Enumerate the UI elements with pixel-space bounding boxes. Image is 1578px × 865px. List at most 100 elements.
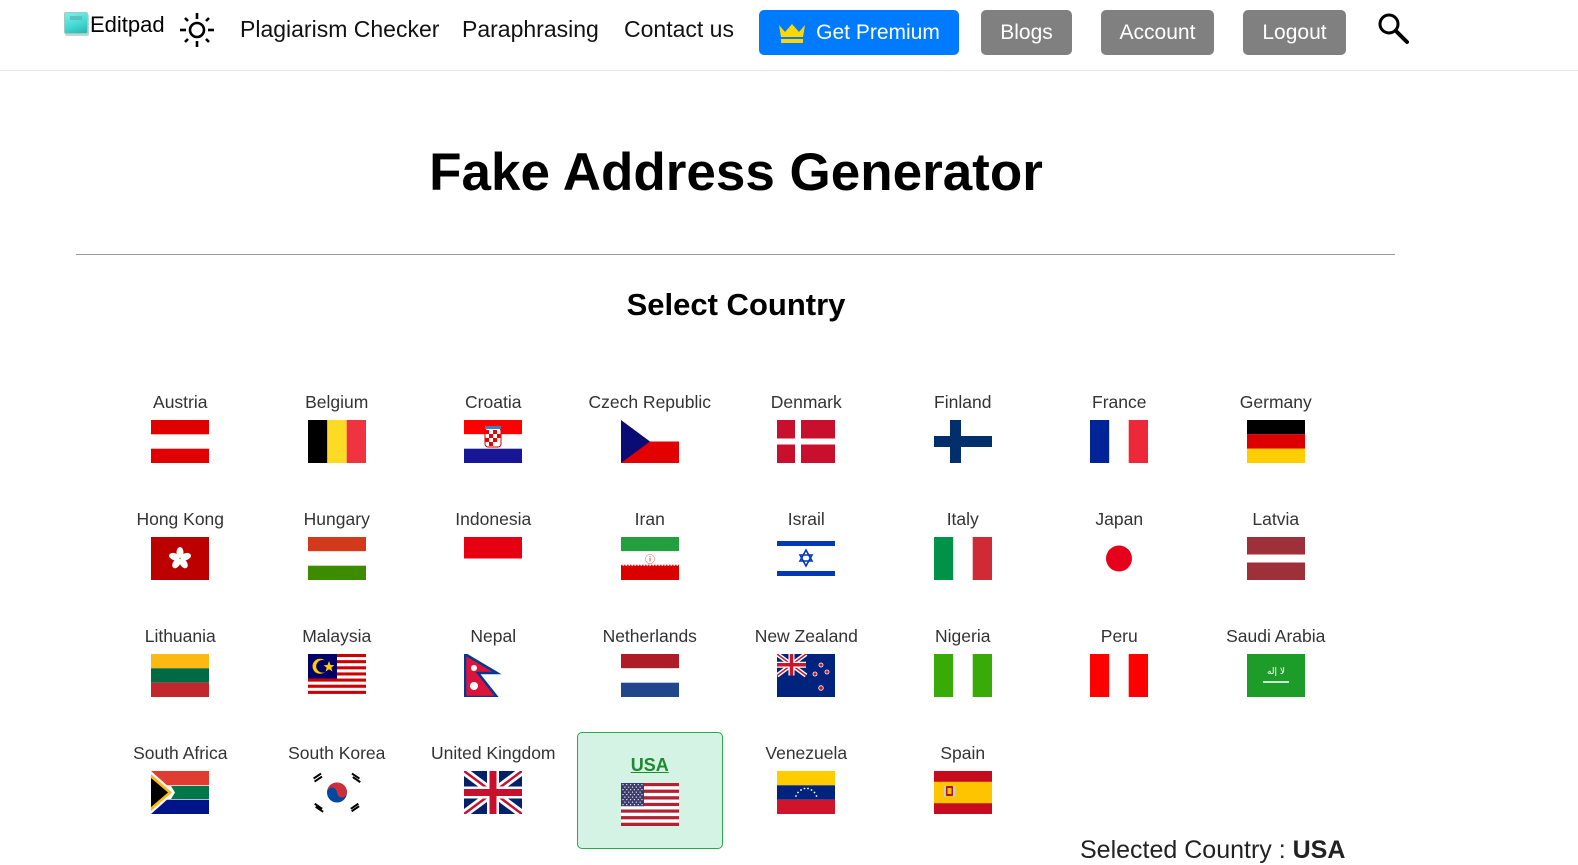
country-option-iran[interactable]: Iran ⓘ bbox=[572, 499, 729, 616]
germany-flag-icon bbox=[1246, 420, 1305, 463]
selected-country-readout: Selected Country : USA bbox=[1080, 836, 1345, 865]
country-name: Hong Kong bbox=[136, 509, 225, 529]
peru-flag-icon bbox=[1090, 654, 1149, 697]
country-option-france[interactable]: France bbox=[1041, 382, 1198, 499]
southafrica-flag-icon bbox=[151, 771, 210, 814]
get-premium-button[interactable]: Get Premium bbox=[759, 10, 959, 55]
country-name: Japan bbox=[1095, 509, 1144, 529]
country-option-southkorea[interactable]: South Korea bbox=[259, 733, 416, 850]
france-flag-icon bbox=[1090, 420, 1149, 463]
country-option-hungary[interactable]: Hungary bbox=[259, 499, 416, 616]
country-option-lithuania[interactable]: Lithuania bbox=[102, 616, 259, 733]
country-option-peru[interactable]: Peru bbox=[1041, 616, 1198, 733]
notepad-icon bbox=[64, 12, 88, 34]
nav-plagiarism-checker[interactable]: Plagiarism Checker bbox=[240, 16, 439, 43]
country-option-newzealand[interactable]: New Zealand bbox=[728, 616, 885, 733]
country-option-japan[interactable]: Japan bbox=[1041, 499, 1198, 616]
country-name: Belgium bbox=[305, 392, 369, 412]
austria-flag-icon bbox=[151, 420, 210, 463]
country-name: Nigeria bbox=[935, 626, 991, 646]
logo-link[interactable]: Editpad bbox=[64, 10, 165, 38]
country-option-indonesia[interactable]: Indonesia bbox=[415, 499, 572, 616]
country-name: Denmark bbox=[770, 392, 842, 412]
title-divider bbox=[76, 254, 1395, 255]
nepal-flag-icon bbox=[464, 654, 502, 697]
israel-flag-icon bbox=[777, 537, 836, 580]
theme-toggle-button[interactable] bbox=[178, 11, 216, 49]
country-option-croatia[interactable]: Croatia bbox=[415, 382, 572, 499]
country-name: Peru bbox=[1100, 626, 1138, 646]
svg-text:ⓘ: ⓘ bbox=[645, 554, 655, 566]
indonesia-flag-icon bbox=[464, 537, 523, 580]
country-name: Nepal bbox=[470, 626, 517, 646]
saudi-flag-icon: ﻻ ﺇﻟﻪ bbox=[1246, 654, 1305, 697]
malaysia-flag-icon bbox=[307, 654, 366, 697]
netherlands-flag-icon bbox=[620, 654, 679, 697]
country-option-hongkong[interactable]: Hong Kong bbox=[102, 499, 259, 616]
logo-text: Editpad bbox=[90, 12, 165, 37]
country-name: Iran bbox=[634, 509, 665, 529]
logout-button[interactable]: Logout bbox=[1243, 10, 1346, 55]
country-name: South Korea bbox=[288, 743, 386, 763]
iran-flag-icon: ⓘ bbox=[620, 537, 679, 580]
country-option-denmark[interactable]: Denmark bbox=[728, 382, 885, 499]
country-name: Italy bbox=[946, 509, 979, 529]
country-name: Germany bbox=[1239, 392, 1312, 412]
country-option-austria[interactable]: Austria bbox=[102, 382, 259, 499]
country-option-finland[interactable]: Finland bbox=[885, 382, 1042, 499]
usa-flag-icon bbox=[620, 783, 679, 826]
country-option-usa[interactable]: USA bbox=[576, 732, 723, 849]
japan-flag-icon bbox=[1090, 537, 1149, 580]
country-name: New Zealand bbox=[754, 626, 858, 646]
nav-paraphrasing[interactable]: Paraphrasing bbox=[462, 16, 599, 43]
get-premium-label: Get Premium bbox=[816, 20, 940, 44]
hongkong-flag-icon bbox=[151, 537, 210, 580]
country-name: Malaysia bbox=[302, 626, 372, 646]
belgium-flag-icon bbox=[307, 420, 366, 463]
page-title: Fake Address Generator bbox=[429, 143, 1043, 202]
search-button[interactable] bbox=[1375, 11, 1411, 47]
lithuania-flag-icon bbox=[151, 654, 210, 697]
account-button[interactable]: Account bbox=[1101, 10, 1214, 55]
spain-flag-icon bbox=[933, 771, 992, 814]
latvia-flag-icon bbox=[1246, 537, 1305, 580]
selected-country-value: USA bbox=[1292, 836, 1346, 864]
selected-country-label: Selected Country : bbox=[1080, 836, 1293, 864]
country-name: USA bbox=[630, 755, 669, 775]
denmark-flag-icon bbox=[777, 420, 836, 463]
country-option-czech[interactable]: Czech Republic bbox=[572, 382, 729, 499]
country-name: Czech Republic bbox=[588, 392, 712, 412]
country-option-netherlands[interactable]: Netherlands bbox=[572, 616, 729, 733]
blogs-button[interactable]: Blogs bbox=[981, 10, 1072, 55]
country-option-venezuela[interactable]: Venezuela bbox=[728, 733, 885, 850]
search-icon bbox=[1378, 13, 1409, 44]
italy-flag-icon bbox=[933, 537, 992, 580]
crown-icon bbox=[779, 23, 806, 43]
southkorea-flag-icon bbox=[307, 771, 366, 814]
uk-flag-icon bbox=[464, 771, 523, 814]
venezuela-flag-icon bbox=[777, 771, 836, 814]
country-option-uk[interactable]: United Kingdom bbox=[415, 733, 572, 850]
country-option-latvia[interactable]: Latvia bbox=[1198, 499, 1355, 616]
country-name: Spain bbox=[940, 743, 986, 763]
country-option-southafrica[interactable]: South Africa bbox=[102, 733, 259, 850]
country-name: Croatia bbox=[465, 392, 522, 412]
country-option-saudi[interactable]: Saudi Arabia ﻻ ﺇﻟﻪ bbox=[1198, 616, 1355, 733]
country-name: Finland bbox=[934, 392, 992, 412]
nav-contact-us[interactable]: Contact us bbox=[624, 16, 734, 43]
country-name: United Kingdom bbox=[430, 743, 556, 763]
sun-icon bbox=[180, 13, 214, 47]
country-option-germany[interactable]: Germany bbox=[1198, 382, 1355, 499]
country-option-belgium[interactable]: Belgium bbox=[259, 382, 416, 499]
hungary-flag-icon bbox=[307, 537, 366, 580]
country-name: France bbox=[1092, 392, 1147, 412]
country-option-italy[interactable]: Italy bbox=[885, 499, 1042, 616]
country-option-israel[interactable]: Israil bbox=[728, 499, 885, 616]
country-name: Venezuela bbox=[765, 743, 848, 763]
country-option-malaysia[interactable]: Malaysia bbox=[259, 616, 416, 733]
country-name: Latvia bbox=[1252, 509, 1300, 529]
country-option-nigeria[interactable]: Nigeria bbox=[885, 616, 1042, 733]
country-name: Hungary bbox=[303, 509, 370, 529]
country-option-nepal[interactable]: Nepal bbox=[415, 616, 572, 733]
country-option-spain[interactable]: Spain bbox=[885, 733, 1042, 850]
